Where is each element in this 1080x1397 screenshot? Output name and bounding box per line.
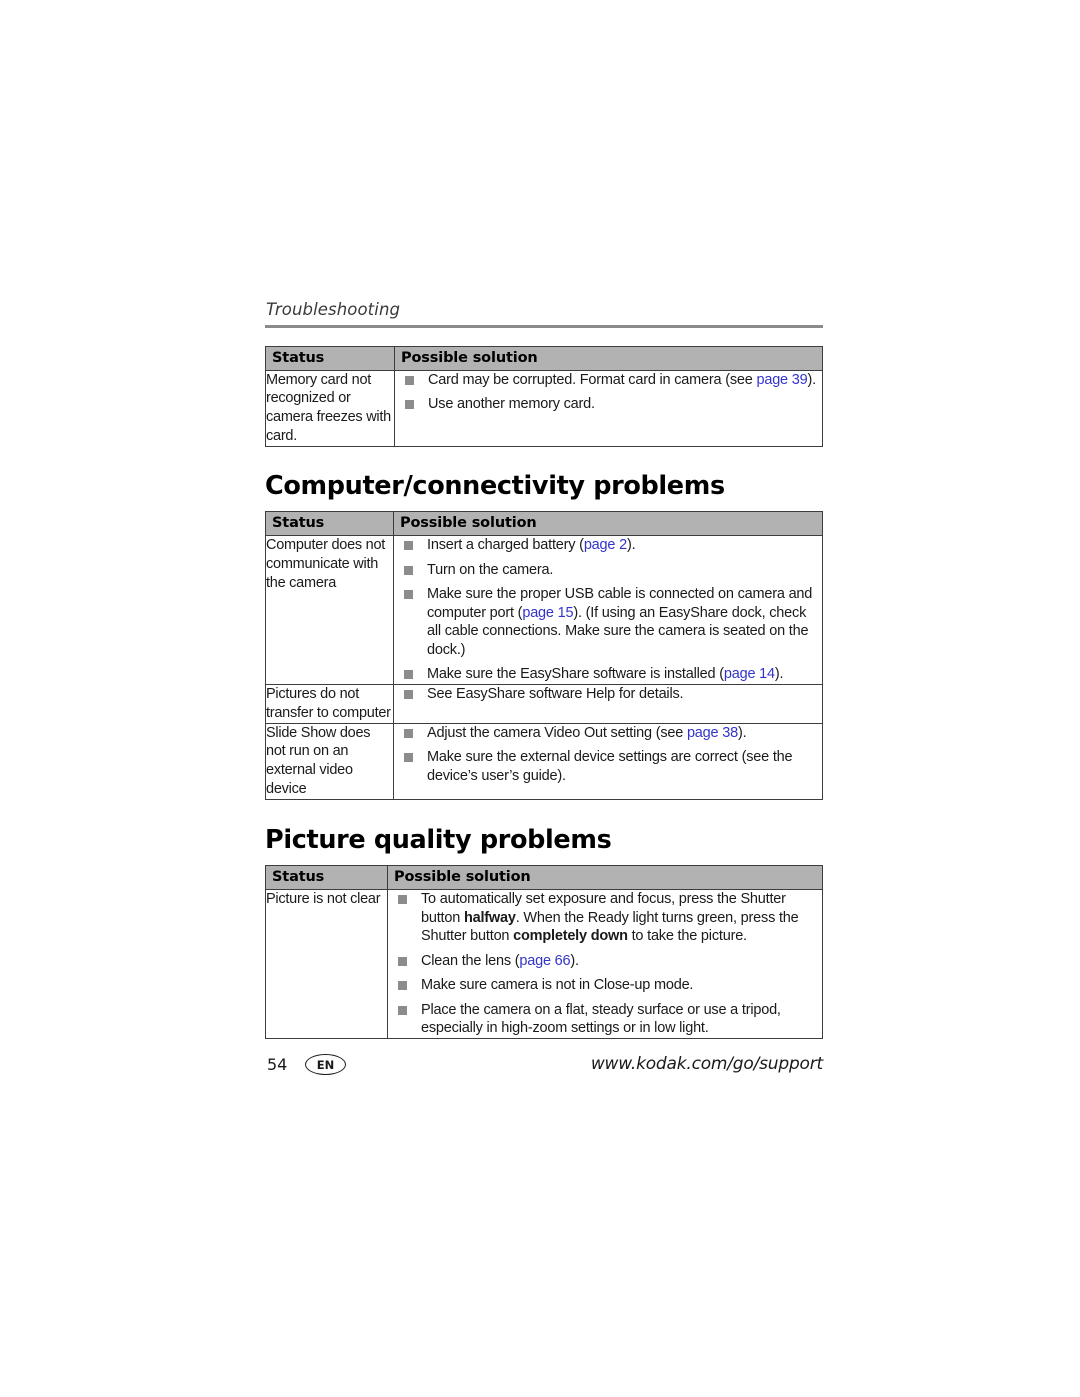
table-body: Memory card not recognized or camera fre… <box>265 369 823 448</box>
column-header-solution: Possible solution <box>387 864 823 890</box>
solution-list: To automatically set exposure and focus,… <box>388 890 822 1038</box>
table-header-row: Status Possible solution <box>265 345 823 371</box>
solution-bullet: Make sure the EasyShare software is inst… <box>394 665 822 684</box>
table-header-row: Status Possible solution <box>265 864 823 890</box>
page-reference-link[interactable]: page 2 <box>584 537 627 553</box>
language-badge: EN <box>305 1054 346 1075</box>
bullet-text: Use another memory card. <box>428 396 595 413</box>
bullet-text: Make sure camera is not in Close-up mode… <box>421 977 694 994</box>
solution-bullet: Turn on the camera. <box>394 561 822 580</box>
solution-cell: See EasyShare software Help for details. <box>393 683 823 724</box>
memory-card-table: Status Possible solution Memory card not… <box>265 345 823 448</box>
emphasis-text: halfway <box>463 909 516 926</box>
solution-bullet: Make sure the proper USB cable is connec… <box>394 585 822 659</box>
emphasis-text: completely down <box>513 928 628 945</box>
bullet-text: ). <box>570 952 579 969</box>
table-body: Computer does not communicate with the c… <box>265 535 823 800</box>
column-header-status: Status <box>265 345 395 371</box>
solution-bullet: Insert a charged battery (page 2). <box>394 536 822 555</box>
page-content: Troubleshooting Status Possible solution… <box>265 300 823 1039</box>
column-header-solution: Possible solution <box>394 345 823 371</box>
solution-list: Insert a charged battery (page 2). Turn o… <box>394 536 822 684</box>
bullet-text: ). <box>737 724 747 741</box>
bullet-text: Turn on the camera. <box>427 561 554 578</box>
bullet-text: Insert a charged battery ( <box>427 537 584 554</box>
bullet-text: Make sure the external device settings a… <box>427 749 793 784</box>
solution-bullet: Card may be corrupted. Format card in ca… <box>395 371 822 390</box>
status-cell: Memory card not recognized or camera fre… <box>265 369 395 448</box>
page-number: 54 <box>267 1055 288 1074</box>
bullet-text: to take the picture. <box>627 928 747 945</box>
bullet-text: Card may be corrupted. Format card in ca… <box>428 371 757 388</box>
bullet-text: See EasyShare software Help for details. <box>427 685 684 702</box>
page-reference-link[interactable]: page 66 <box>519 953 570 969</box>
table-row: Pictures do not transfer to computer See … <box>265 683 823 724</box>
solution-list: Card may be corrupted. Format card in ca… <box>395 371 822 414</box>
solution-cell: Card may be corrupted. Format card in ca… <box>394 369 823 448</box>
page-reference-link[interactable]: page 15 <box>522 605 573 621</box>
solution-cell: Insert a charged battery (page 2). Turn o… <box>393 535 823 685</box>
solution-bullet: Make sure camera is not in Close-up mode… <box>388 976 822 995</box>
table-row: Picture is not clear To automatically set… <box>265 888 823 1039</box>
table-row: Memory card not recognized or camera fre… <box>265 369 823 448</box>
status-cell: Picture is not clear <box>265 888 388 1039</box>
bullet-text: Clean the lens ( <box>421 952 520 969</box>
bullet-text: Make sure the EasyShare software is inst… <box>427 666 724 683</box>
solution-list: Adjust the camera Video Out setting (see… <box>394 724 822 786</box>
table-row: Computer does not communicate with the c… <box>265 535 823 685</box>
page-reference-link[interactable]: page 39 <box>756 372 807 388</box>
solution-bullet: Make sure the external device settings a… <box>394 748 822 785</box>
solution-list: See EasyShare software Help for details. <box>394 685 822 704</box>
section-heading-computer-connectivity: Computer/connectivity problems <box>265 471 725 501</box>
status-cell: Pictures do not transfer to computer <box>265 683 394 724</box>
running-head: Troubleshooting <box>266 300 401 319</box>
table-body: Picture is not clear To automatically set… <box>265 888 823 1039</box>
status-cell: Computer does not communicate with the c… <box>265 535 394 685</box>
column-header-status: Status <box>265 864 388 890</box>
solution-cell: Adjust the camera Video Out setting (see… <box>393 722 823 800</box>
picture-quality-table: Status Possible solution Picture is not … <box>265 864 823 1039</box>
solution-bullet: Clean the lens (page 66). <box>388 952 822 971</box>
table-header-row: Status Possible solution <box>265 511 823 537</box>
solution-cell: To automatically set exposure and focus,… <box>387 888 823 1039</box>
solution-bullet: Adjust the camera Video Out setting (see… <box>394 724 822 743</box>
solution-bullet: To automatically set exposure and focus,… <box>388 890 822 946</box>
table-row: Slide Show does not run on an external v… <box>265 722 823 800</box>
solution-bullet: Place the camera on a flat, steady surfa… <box>388 1001 822 1038</box>
section-heading-picture-quality: Picture quality problems <box>265 824 612 855</box>
page-reference-link[interactable]: page 38 <box>687 725 738 741</box>
bullet-text: Place the camera on a flat, steady surfa… <box>421 1001 781 1037</box>
status-cell: Slide Show does not run on an external v… <box>265 722 394 800</box>
bullet-text: ). <box>807 371 816 388</box>
document-page: Troubleshooting Status Possible solution… <box>0 0 1080 1397</box>
bullet-text: ). <box>626 537 636 554</box>
column-header-status: Status <box>265 511 394 537</box>
page-footer: 54 EN www.kodak.com/go/support <box>265 1052 823 1082</box>
support-url: www.kodak.com/go/support <box>590 1054 823 1074</box>
computer-connectivity-table: Status Possible solution Computer does n… <box>265 511 823 800</box>
column-header-solution: Possible solution <box>393 511 823 537</box>
page-reference-link[interactable]: page 14 <box>724 666 775 682</box>
bullet-text: ). <box>774 666 784 683</box>
solution-bullet: See EasyShare software Help for details. <box>394 685 822 704</box>
solution-bullet: Use another memory card. <box>395 395 822 414</box>
bullet-text: Adjust the camera Video Out setting (see <box>427 724 687 741</box>
